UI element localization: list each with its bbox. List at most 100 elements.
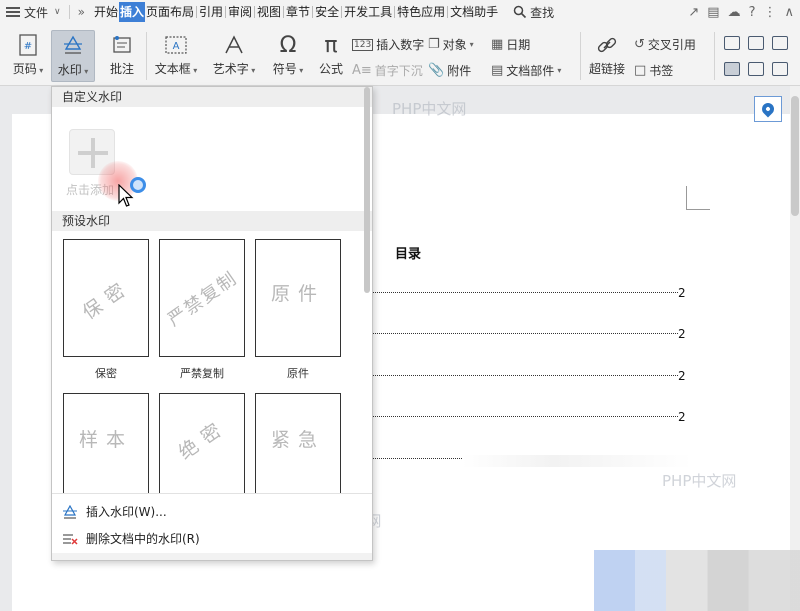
preset-watermark-header: 预设水印 — [52, 211, 372, 231]
page-border-icon[interactable] — [724, 62, 740, 76]
cross-reference-button[interactable]: ↺ 交叉引用 — [634, 36, 696, 53]
comment-label: 批注 — [109, 62, 134, 76]
preset-watermark-original[interactable]: 原件 原件 — [255, 239, 341, 381]
custom-watermark-header: 自定义水印 — [52, 87, 372, 107]
watermark-preview: 原件 — [255, 239, 341, 357]
search-button[interactable]: 查找 — [513, 4, 554, 21]
document-scrollbar[interactable] — [790, 86, 800, 611]
page-number-label: 页码 — [12, 62, 37, 76]
delete-watermark-icon — [63, 533, 78, 545]
more-icon[interactable]: ⋮ — [763, 5, 776, 20]
toc-page-number: 2 — [678, 286, 686, 300]
header-footer-icon[interactable] — [724, 36, 740, 50]
tab-page-layout[interactable]: 页面布局 — [145, 2, 195, 22]
watermark-dropdown: 自定义水印 点击添加 预设水印 保密 保密 严禁复制 严禁复制 原件 原件 样本… — [51, 86, 373, 561]
textbox-button[interactable]: A 文本框 ▾ — [152, 30, 200, 77]
sync-icon[interactable]: ▤ — [707, 5, 719, 20]
doc-parts-label: 文档部件 — [506, 64, 555, 78]
watermark-preview: 严禁复制 — [159, 239, 245, 357]
doc-parts-icon: ▤ — [491, 63, 504, 78]
menu-bar: 文件 ∨ » 开始 插入 页面布局 引用 审阅 视图 章节 安全 开发工具 特色… — [0, 0, 800, 24]
tab-developer[interactable]: 开发工具 — [343, 2, 393, 22]
textbox-label: 文本框 — [154, 62, 191, 76]
search-label: 查找 — [530, 5, 555, 20]
tab-doc-assistant[interactable]: 文档助手 — [449, 2, 499, 22]
insert-number-button[interactable]: 123 插入数字 — [352, 36, 424, 53]
preset-watermark-no-copy[interactable]: 严禁复制 严禁复制 — [159, 239, 245, 381]
location-pin-button[interactable] — [754, 96, 782, 122]
file-menu[interactable]: 文件 ∨ — [0, 0, 61, 24]
wordart-button[interactable]: 艺术字 ▾ — [210, 30, 258, 77]
tab-security[interactable]: 安全 — [314, 2, 340, 22]
preset-caption: 原件 — [287, 367, 309, 380]
search-icon — [513, 5, 527, 19]
toc-leader — [372, 458, 464, 459]
scrollbar-thumb[interactable] — [791, 96, 799, 216]
divider — [714, 32, 715, 80]
ribbon: # 页码 ▾ 水印 ▾ 批注 A 文本框 ▾ 艺术字 ▾ Ω 符号 ▾ π 公式… — [0, 24, 800, 86]
preset-watermark-confidential[interactable]: 保密 保密 — [63, 239, 149, 381]
toc-page-number: 2 — [678, 410, 686, 424]
preset-caption: 保密 — [95, 367, 117, 380]
insert-watermark-item[interactable]: 插入水印(W)... — [62, 503, 167, 520]
watermark-button[interactable]: 水印 ▾ — [51, 30, 95, 82]
collapse-icon[interactable]: ∧ — [784, 5, 794, 20]
divider — [254, 6, 256, 18]
page-number-button[interactable]: # 页码 ▾ — [8, 30, 48, 77]
help-icon[interactable]: ? — [749, 5, 756, 20]
tab-home[interactable]: 开始 — [93, 2, 119, 22]
divider — [312, 6, 314, 18]
delete-watermark-item[interactable]: 删除文档中的水印(R) — [62, 530, 200, 547]
tab-review[interactable]: 审阅 — [227, 2, 253, 22]
dropdown-bottom-edge — [52, 553, 372, 560]
mouse-cursor-icon — [118, 184, 134, 207]
watermark-preview: 保密 — [63, 239, 149, 357]
bookmark-label: 书签 — [649, 64, 674, 78]
pi-icon: π — [324, 32, 338, 58]
watermark-preview-text: 样本 — [78, 428, 133, 451]
attachment-button[interactable]: 📎 附件 — [428, 62, 471, 79]
frame-icon[interactable] — [748, 62, 764, 76]
bookmark-icon: □ — [634, 63, 647, 78]
toc-leader — [372, 416, 678, 417]
watermark-preview-text: 严禁复制 — [164, 267, 242, 331]
drop-cap-button[interactable]: A≡ 首字下沉 — [352, 62, 423, 79]
cross-reference-icon: ↺ — [634, 37, 645, 52]
share-icon[interactable]: ↗ — [688, 5, 699, 20]
bookmark-button[interactable]: □ 书签 — [634, 62, 673, 79]
tab-special-apps[interactable]: 特色应用 — [396, 2, 446, 22]
doc-parts-button[interactable]: ▤ 文档部件 ▾ — [491, 62, 561, 79]
object-button[interactable]: ❐ 对象 ▾ — [428, 36, 474, 53]
dropdown-scrollbar[interactable] — [363, 87, 371, 557]
toc-leader — [372, 333, 678, 334]
file-menu-label: 文件 — [24, 5, 49, 20]
insert-watermark-label: 插入水印(W)... — [86, 505, 167, 519]
cloud-icon[interactable]: ☁ — [728, 5, 741, 20]
scrollbar-thumb[interactable] — [364, 87, 370, 293]
pixelated-region — [594, 550, 800, 611]
menu-icon — [6, 7, 20, 17]
tab-insert[interactable]: 插入 — [118, 2, 145, 22]
delete-watermark-label: 删除文档中的水印(R) — [86, 532, 200, 546]
formula-button[interactable]: π 公式 — [315, 30, 347, 77]
tab-references[interactable]: 引用 — [198, 2, 224, 22]
date-button[interactable]: ▦ 日期 — [491, 36, 530, 53]
divider — [394, 6, 396, 18]
drop-cap-icon: A≡ — [352, 63, 372, 78]
more-tabs-icon[interactable]: » — [78, 5, 85, 19]
checkbox-icon[interactable] — [748, 36, 764, 50]
comment-button[interactable]: 批注 — [104, 30, 140, 77]
divider — [447, 6, 449, 18]
form-field-icon[interactable] — [772, 36, 788, 50]
hyperlink-button[interactable]: 超链接 — [586, 30, 628, 77]
tab-chapter[interactable]: 章节 — [285, 2, 311, 22]
tab-view[interactable]: 视图 — [256, 2, 282, 22]
table-icon[interactable] — [772, 62, 788, 76]
number-icon: 123 — [352, 38, 374, 51]
symbol-button[interactable]: Ω 符号 ▾ — [270, 30, 306, 77]
divider — [225, 6, 227, 18]
preset-caption: 严禁复制 — [180, 367, 224, 380]
formula-label: 公式 — [318, 62, 343, 76]
toc-page-number: 2 — [678, 369, 686, 383]
calendar-icon: ▦ — [491, 37, 504, 52]
